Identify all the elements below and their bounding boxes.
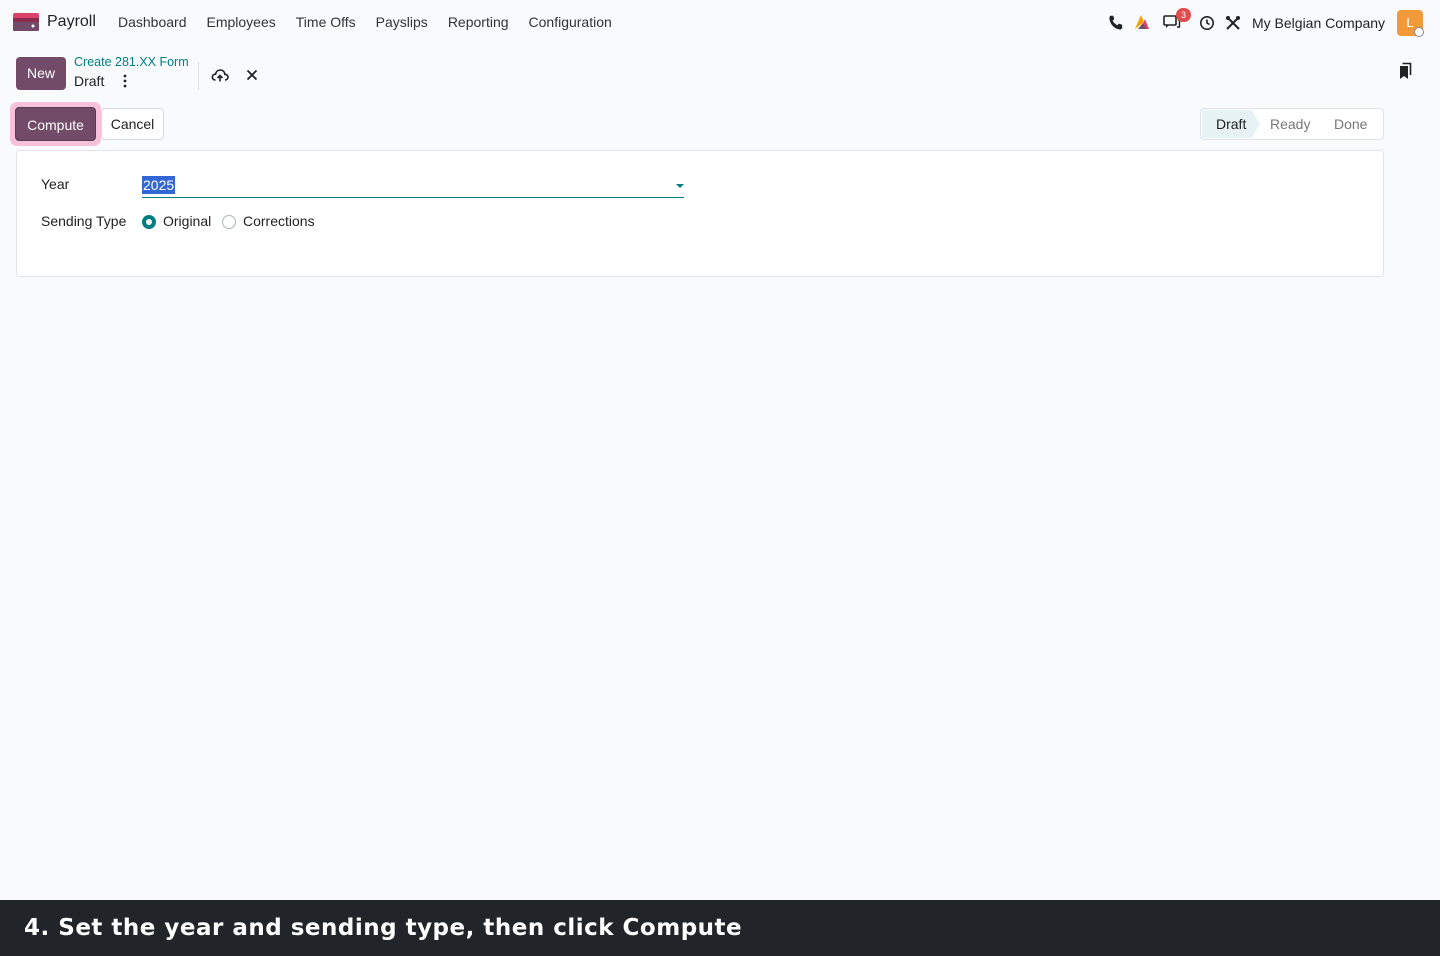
actions-menu-icon[interactable] xyxy=(119,72,131,90)
breadcrumb-current: Draft xyxy=(74,73,105,89)
bookmark-icon[interactable] xyxy=(1397,62,1413,80)
main-menu: Dashboard Employees Time Offs Payslips R… xyxy=(118,14,632,30)
payroll-app-icon[interactable] xyxy=(13,13,39,31)
activity-icon[interactable] xyxy=(1134,14,1152,30)
menu-configuration[interactable]: Configuration xyxy=(529,14,612,30)
user-status-indicator xyxy=(1414,27,1424,37)
sending-type-corrections-radio[interactable] xyxy=(222,215,236,229)
menu-reporting[interactable]: Reporting xyxy=(448,14,509,30)
top-navbar: Payroll Dashboard Employees Time Offs Pa… xyxy=(0,0,1440,46)
status-stage-ready[interactable]: Ready xyxy=(1270,116,1310,132)
discard-icon[interactable] xyxy=(245,68,259,82)
status-stage-done[interactable]: Done xyxy=(1334,116,1367,132)
menu-payslips[interactable]: Payslips xyxy=(376,14,428,30)
phone-icon[interactable] xyxy=(1107,14,1125,32)
company-switcher[interactable]: My Belgian Company xyxy=(1252,15,1385,31)
save-cloud-icon[interactable] xyxy=(211,67,229,83)
sending-type-label: Sending Type xyxy=(41,213,127,229)
year-select[interactable] xyxy=(142,174,684,198)
clock-icon[interactable] xyxy=(1199,15,1215,31)
year-value-selected[interactable]: 2025 xyxy=(142,176,176,194)
year-label: Year xyxy=(41,176,70,192)
control-panel-divider xyxy=(198,62,199,90)
breadcrumb-parent-link[interactable]: Create 281.XX Form xyxy=(74,55,189,69)
status-stage-draft[interactable]: Draft xyxy=(1202,110,1260,138)
year-dropdown-caret-icon[interactable] xyxy=(676,184,684,188)
sending-type-original-label[interactable]: Original xyxy=(163,213,211,229)
sending-type-original-radio[interactable] xyxy=(142,215,156,229)
new-button[interactable]: New xyxy=(16,57,66,90)
menu-dashboard[interactable]: Dashboard xyxy=(118,14,187,30)
cancel-button[interactable]: Cancel xyxy=(101,108,164,140)
sending-type-corrections-label[interactable]: Corrections xyxy=(243,213,315,229)
tools-icon[interactable] xyxy=(1225,15,1241,31)
tutorial-caption: 4. Set the year and sending type, then c… xyxy=(0,900,1440,956)
menu-employees[interactable]: Employees xyxy=(207,14,276,30)
form-sheet xyxy=(16,150,1384,277)
menu-time-offs[interactable]: Time Offs xyxy=(296,14,356,30)
compute-button[interactable]: Compute xyxy=(15,107,96,141)
app-name[interactable]: Payroll xyxy=(47,13,96,31)
messages-count-badge: 3 xyxy=(1176,8,1191,22)
